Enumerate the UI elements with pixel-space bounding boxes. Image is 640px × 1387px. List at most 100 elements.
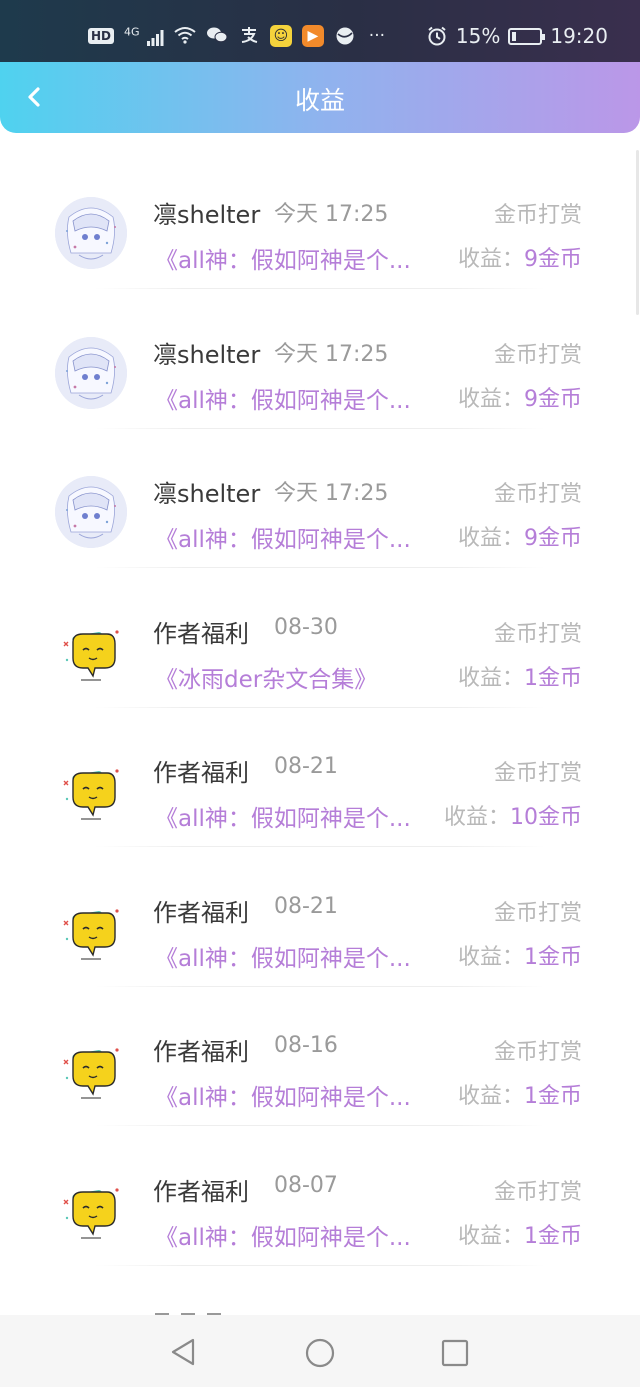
sender-name[interactable]: 凛shelter	[153, 474, 260, 509]
earnings: 收益：9金币	[458, 241, 582, 273]
sender-name[interactable]: 作者福利	[153, 614, 249, 649]
earnings: 收益：1金币	[458, 1078, 582, 1110]
list-item[interactable]: 凛shelter 今天 17:25 金币打赏《all神：假如阿神是个... 收益：9金…	[0, 290, 640, 430]
earnings: 收益：1金币	[458, 1218, 582, 1250]
nav-back-button[interactable]	[166, 1335, 202, 1371]
status-left-icons: HD 4G ☺ ▶ ···	[88, 24, 388, 48]
app-orange-icon: ▶	[301, 25, 324, 47]
book-title[interactable]: 《all神：假如阿神是个...	[155, 939, 435, 973]
battery-percent: 15%	[455, 24, 501, 48]
author-welfare-avatar[interactable]	[55, 894, 127, 967]
reward-type: 金币打赏	[493, 621, 582, 647]
list-item[interactable]: 作者福利 08-07 金币打赏《all神：假如阿神是个... 收益：1金币	[0, 1127, 640, 1267]
status-bar: HD 4G ☺ ▶ ··· 15% 19:20	[0, 0, 640, 62]
nav-home-button[interactable]	[302, 1335, 338, 1371]
battery-level-fill	[512, 31, 517, 41]
earnings-value: 9金币	[524, 526, 582, 551]
book-title[interactable]: 《all神：假如阿神是个...	[155, 799, 435, 833]
book-title[interactable]: 《all神：假如阿神是个...	[155, 381, 435, 415]
wechat-icon	[206, 26, 228, 46]
earnings-value: 9金币	[524, 247, 582, 272]
earnings: 收益：1金币	[458, 939, 582, 971]
earnings-list: 凛shelter 今天 17:25 金币打赏 《all神：假如阿神是个... 收益：9金…	[0, 150, 640, 1266]
list-item[interactable]: 作者福利 08-30 金币打赏《冰雨der杂文合集》 收益：1金币	[0, 569, 640, 709]
earnings-label: 收益：	[457, 1084, 524, 1109]
sender-name[interactable]: 作者福利	[153, 1172, 249, 1207]
timestamp: 今天 17:25	[274, 481, 389, 506]
earnings-value: 1金币	[524, 665, 582, 691]
sender-name[interactable]: 凛shelter	[153, 335, 260, 370]
alarm-icon	[426, 26, 448, 46]
list-item[interactable]: 作者福利 08-21 金币打赏《all神：假如阿神是个... 收益：1金币	[0, 848, 640, 988]
earnings-value: 1金币	[524, 1084, 582, 1109]
earnings-label: 收益：	[457, 1223, 524, 1249]
earnings-value: 10金币	[510, 805, 582, 830]
reward-type: 金币打赏	[493, 203, 582, 228]
sender-name[interactable]: 作者福利	[153, 753, 249, 788]
user-avatar[interactable]	[55, 197, 127, 269]
sender-name[interactable]: 凛shelter	[153, 195, 260, 230]
earnings-label: 收益：	[457, 526, 524, 551]
home-circle-icon	[305, 1338, 335, 1368]
reward-type: 金币打赏	[493, 1179, 582, 1205]
reward-type: 金币打赏	[493, 900, 582, 926]
earnings-value: 1金币	[524, 1223, 582, 1249]
timestamp: 08-21	[274, 893, 338, 919]
earnings-value: 1金币	[524, 944, 582, 970]
timestamp: 08-30	[274, 614, 338, 640]
user-avatar[interactable]	[55, 476, 127, 548]
earnings-label: 收益：	[457, 665, 524, 691]
system-nav-bar	[0, 1315, 640, 1387]
author-welfare-avatar[interactable]	[55, 615, 127, 688]
sender-name[interactable]: 作者福利	[153, 893, 249, 928]
wifi-icon	[174, 26, 196, 46]
reward-type: 金币打赏	[493, 342, 582, 368]
timestamp: 08-07	[274, 1172, 338, 1198]
hd-icon: HD	[88, 28, 115, 44]
timestamp: 08-21	[274, 754, 338, 779]
book-title[interactable]: 《all神：假如阿神是个...	[155, 1078, 435, 1112]
recents-square-icon	[441, 1339, 469, 1367]
page-title: 收益	[294, 86, 345, 115]
list-item[interactable]: 凛shelter 今天 17:25 金币打赏《all神：假如阿神是个... 收益：9金…	[0, 429, 640, 569]
sender-name[interactable]: 作者福利	[153, 1032, 249, 1067]
book-title[interactable]: 《all神：假如阿神是个...	[155, 241, 435, 275]
status-right-icons: 15% 19:20	[426, 24, 608, 48]
timestamp: 08-16	[274, 1033, 338, 1058]
book-title[interactable]: 《all神：假如阿神是个...	[155, 520, 435, 554]
reward-type: 金币打赏	[493, 482, 582, 507]
back-triangle-icon	[171, 1338, 195, 1366]
earnings: 收益：9金币	[458, 381, 582, 413]
earnings: 收益：1金币	[458, 660, 582, 692]
reward-type: 金币打赏	[493, 1040, 582, 1065]
author-welfare-avatar[interactable]	[55, 755, 127, 827]
earnings-label: 收益：	[457, 247, 524, 272]
earnings-label: 收益：	[443, 805, 510, 830]
list-item[interactable]: 作者福利 08-16 金币打赏《all神：假如阿神是个... 收益：1金币	[0, 987, 640, 1127]
user-avatar[interactable]	[55, 336, 127, 409]
timestamp: 今天 17:25	[274, 341, 389, 367]
nav-recents-button[interactable]	[437, 1335, 473, 1371]
earnings-value: 9金币	[524, 386, 582, 412]
network-type-label: 4G	[124, 25, 140, 39]
battery-icon	[508, 27, 546, 45]
list-item[interactable]: 凛shelter 今天 17:25 金币打赏《all神：假如阿神是个... 收益：9金…	[0, 150, 640, 290]
app-header: 收益	[0, 62, 640, 133]
earnings: 收益：10金币	[444, 799, 582, 831]
timestamp: 今天 17:25	[274, 202, 389, 227]
list-item[interactable]: 作者福利 08-21 金币打赏《all神：假如阿神是个... 收益：10金币	[0, 708, 640, 848]
app-yellow-icon: ☺	[269, 25, 292, 47]
clock: 19:20	[550, 24, 608, 48]
reward-type: 金币打赏	[493, 761, 582, 786]
signal-icon: 4G	[124, 24, 164, 48]
author-welfare-avatar[interactable]	[55, 1173, 127, 1246]
divider	[95, 1264, 545, 1266]
earnings: 收益：9金币	[458, 520, 582, 552]
author-welfare-avatar[interactable]	[55, 1034, 127, 1106]
book-title[interactable]: 《冰雨der杂文合集》	[155, 660, 435, 694]
earnings-label: 收益：	[457, 944, 524, 970]
earnings-label: 收益：	[457, 386, 524, 412]
alipay-icon	[238, 26, 260, 46]
app-globe-icon	[334, 26, 356, 46]
book-title[interactable]: 《all神：假如阿神是个...	[155, 1218, 435, 1252]
